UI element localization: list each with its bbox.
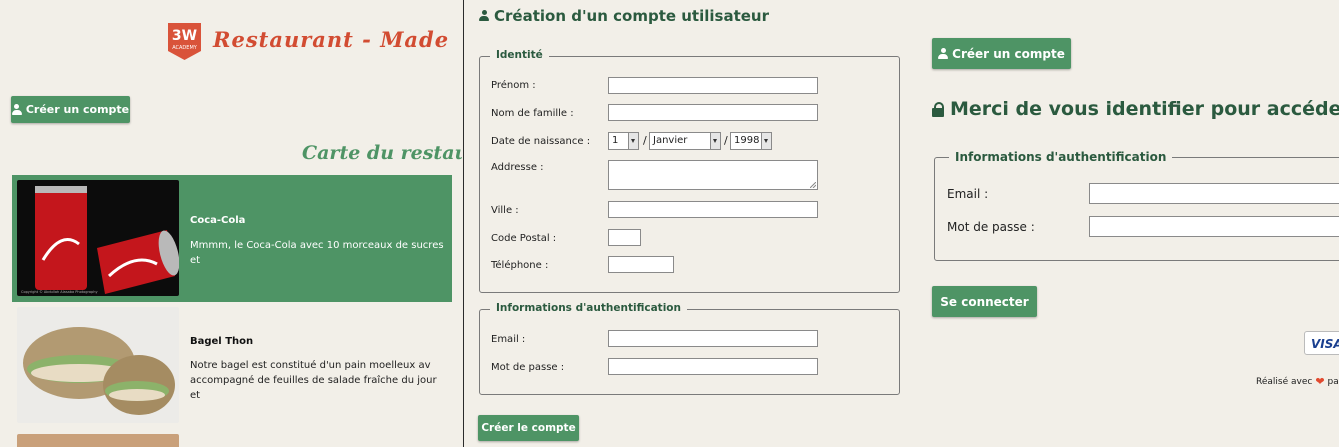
password-label: Mot de passe :: [947, 220, 1035, 234]
login-title: Merci de vous identifier pour accéder à …: [932, 98, 1339, 120]
email-input[interactable]: [1089, 183, 1339, 204]
email-label: Email :: [947, 187, 989, 201]
footer-credit: Réalisé avec ❤ pa: [1256, 375, 1339, 388]
last-name-input[interactable]: [608, 104, 818, 121]
item-description: Notre bagel est constitué d'un pain moel…: [190, 360, 437, 401]
date-separator: /: [724, 134, 728, 147]
login-panel: Créer un compte Merci de vous identifier…: [913, 0, 1339, 447]
chevron-down-icon: [628, 133, 638, 149]
menu-title: Carte du restaura: [302, 142, 462, 164]
heart-icon: ❤: [1315, 375, 1325, 388]
logo-text: 3W: [172, 28, 197, 44]
birth-date-label: Date de naissance :: [491, 136, 591, 147]
photo-credit: Copyright © Abdullah Alasaba Photography: [21, 290, 98, 294]
create-account-button[interactable]: Créer un compte: [11, 96, 130, 123]
login-button[interactable]: Se connecter: [932, 286, 1037, 317]
item-description: Mmmm, le Coca-Cola avec 10 morceaux de s…: [190, 240, 444, 266]
lock-icon: [932, 101, 944, 117]
birth-year-select[interactable]: 1998: [730, 132, 772, 150]
coca-cola-photo: Copyright © Abdullah Alasaba Photography: [17, 180, 179, 296]
create-account-button[interactable]: Créer un compte: [932, 38, 1071, 69]
postal-code-label: Code Postal :: [491, 233, 557, 244]
birth-day-value: 1: [612, 135, 619, 146]
logo-subtext: ACADEMY: [172, 45, 198, 51]
brand-name: Restaurant - Made: [213, 27, 450, 52]
user-icon: [479, 10, 490, 22]
first-name-input[interactable]: [608, 77, 818, 94]
user-icon: [11, 104, 22, 115]
menu-item-photo: [17, 434, 179, 447]
password-input[interactable]: [608, 358, 818, 375]
create-account-label: Créer un compte: [25, 103, 130, 116]
credit-suffix: pa: [1327, 376, 1339, 387]
auth-fieldset: Informations d'authentification: [934, 150, 1339, 261]
menu-item[interactable]: Copyright © Abdullah Alasaba Photography…: [12, 175, 452, 302]
user-icon: [938, 48, 949, 59]
page-title: Création d'un compte utilisateur: [479, 7, 769, 25]
item-name: Coca-Cola: [190, 215, 246, 226]
submit-label: Créer le compte: [481, 422, 576, 434]
phone-label: Téléphone :: [491, 260, 549, 271]
login-label: Se connecter: [940, 294, 1029, 309]
birth-month-select[interactable]: Janvier: [649, 132, 721, 150]
create-account-submit-button[interactable]: Créer le compte: [478, 415, 579, 441]
first-name-label: Prénom :: [491, 80, 536, 91]
auth-legend: Informations d'authentification: [490, 302, 687, 314]
auth-fieldset: Informations d'authentification: [479, 302, 900, 395]
menu-item[interactable]: Bagel Thon Notre bagel est constitué d'u…: [12, 302, 452, 429]
birth-year-value: 1998: [734, 135, 760, 146]
email-label: Email :: [491, 334, 526, 345]
visa-badge: VISA: [1304, 331, 1339, 355]
restaurant-panel: 3W ACADEMY Restaurant - Made Créer un co…: [0, 0, 462, 447]
postal-code-input[interactable]: [608, 229, 641, 246]
login-title-text: Merci de vous identifier pour accéder à …: [950, 98, 1339, 120]
city-label: Ville :: [491, 205, 519, 216]
email-input[interactable]: [608, 330, 818, 347]
3w-academy-logo[interactable]: 3W ACADEMY: [166, 21, 203, 62]
chevron-down-icon: [710, 133, 720, 149]
address-textarea[interactable]: [608, 160, 818, 190]
last-name-label: Nom de famille :: [491, 108, 574, 119]
resize-handle-icon[interactable]: [810, 182, 816, 188]
signup-panel: Création d'un compte utilisateur Identit…: [463, 0, 914, 447]
date-separator: /: [643, 134, 647, 147]
city-input[interactable]: [608, 201, 818, 218]
signup-title: Création d'un compte utilisateur: [494, 7, 770, 25]
item-name: Bagel Thon: [190, 336, 254, 347]
credit-prefix: Réalisé avec: [1256, 376, 1313, 387]
birth-day-select[interactable]: 1: [608, 132, 639, 150]
chevron-down-icon: [761, 133, 771, 149]
identity-legend: Identité: [490, 49, 549, 61]
address-label: Addresse :: [491, 162, 544, 173]
birth-month-value: Janvier: [653, 135, 688, 146]
password-input[interactable]: [1089, 216, 1339, 237]
phone-input[interactable]: [608, 256, 674, 273]
password-label: Mot de passe :: [491, 362, 565, 373]
create-account-label: Créer un compte: [952, 46, 1065, 61]
bagel-photo: [17, 307, 179, 423]
auth-legend: Informations d'authentification: [949, 150, 1173, 164]
